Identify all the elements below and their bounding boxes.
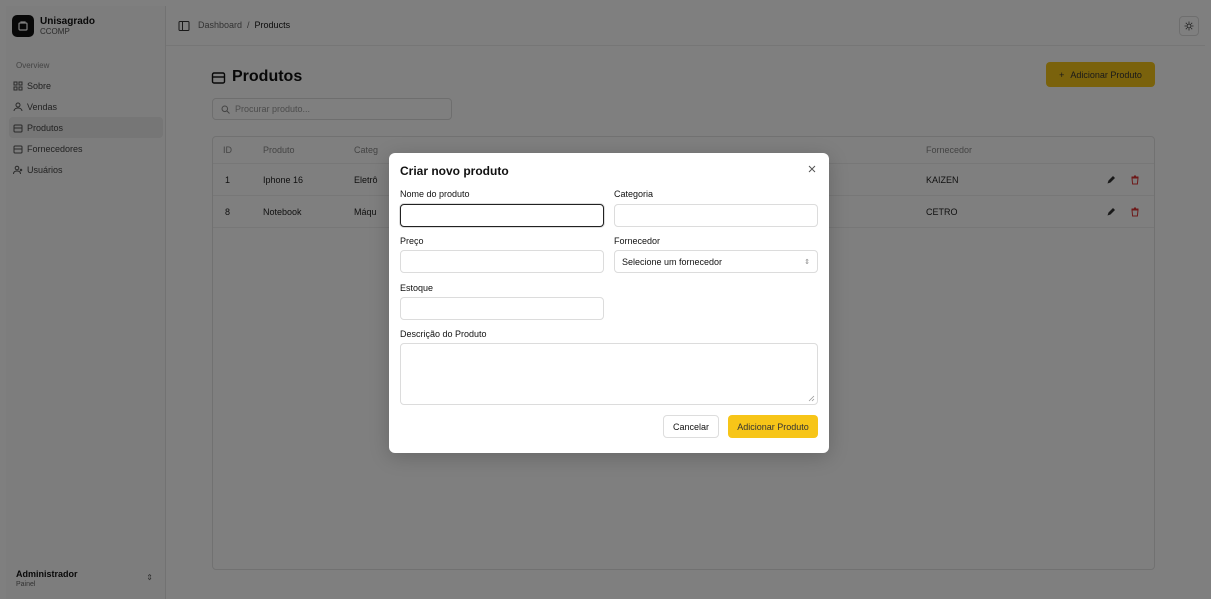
preco-input[interactable] xyxy=(400,250,604,273)
fornecedor-label: Fornecedor xyxy=(614,236,661,246)
nome-label: Nome do produto xyxy=(400,189,470,199)
fornecedor-selected-value: Selecione um fornecedor xyxy=(622,256,723,267)
cancel-button[interactable]: Cancelar xyxy=(663,415,719,438)
estoque-input[interactable] xyxy=(400,297,604,320)
chevron-updown-icon: ⇕ xyxy=(804,258,810,266)
categoria-label: Categoria xyxy=(614,189,654,199)
resize-grip-icon[interactable] xyxy=(808,395,815,402)
create-product-dialog: Criar novo produto Nome do produto Categ… xyxy=(389,153,829,453)
estoque-label: Estoque xyxy=(400,283,434,293)
descricao-label: Descrição do Produto xyxy=(400,329,487,339)
fornecedor-select[interactable]: Selecione um fornecedor ⇕ xyxy=(614,250,818,273)
close-icon[interactable] xyxy=(806,163,818,175)
nome-input[interactable] xyxy=(400,204,604,227)
preco-label: Preço xyxy=(400,236,424,246)
categoria-input[interactable] xyxy=(614,204,818,227)
submit-add-product-button[interactable]: Adicionar Produto xyxy=(728,415,818,438)
descricao-textarea[interactable] xyxy=(400,343,818,405)
dialog-title: Criar novo produto xyxy=(400,164,509,178)
